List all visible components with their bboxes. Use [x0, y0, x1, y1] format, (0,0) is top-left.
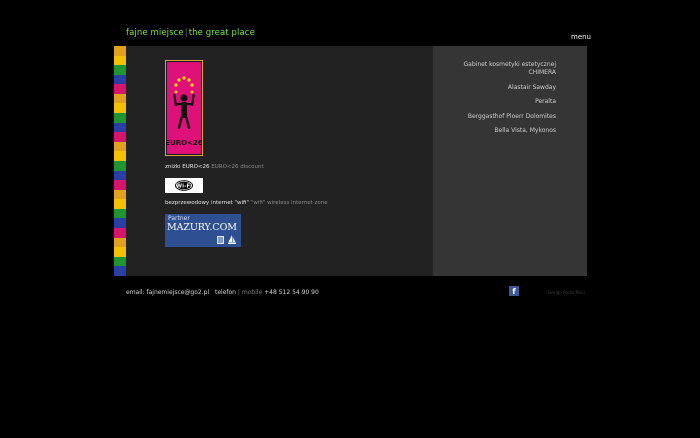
stripe-segment: [114, 84, 126, 94]
logo-brand: fajne miejsce: [126, 28, 184, 38]
sidebar-link-alastair-sawday[interactable]: Alastair Sawday: [508, 84, 556, 91]
partner-mazury-banner[interactable]: Partner MAZURY.COM: [165, 214, 241, 247]
footer-email: email: fajnemiejsce@go2.pl: [126, 289, 209, 297]
color-stripe: [114, 46, 126, 276]
site-logo[interactable]: fajne miejsce|the great place: [126, 28, 255, 39]
stripe-segment: [114, 103, 126, 114]
stripe-segment: [114, 170, 126, 181]
stripe-segment: [114, 132, 126, 142]
facebook-icon[interactable]: f: [509, 286, 519, 296]
stripe-segment: [114, 122, 126, 133]
stripe-segment: [114, 46, 126, 56]
phone-separator: |: [237, 289, 240, 296]
partner-label: Partner: [168, 215, 190, 222]
menu-link[interactable]: menu: [571, 33, 591, 41]
euro26-badge[interactable]: EURO<26: [165, 60, 203, 156]
euro26-text-pl: zniżki EURO<26: [165, 164, 210, 170]
sidebar-link-peralta[interactable]: Peralta: [535, 98, 556, 105]
stripe-segment: [114, 266, 126, 276]
stripe-segment: [114, 141, 126, 152]
sidebar-item-berggasthof[interactable]: Berggasthof Ploerr Dolomites: [440, 113, 556, 121]
stripe-segment: [114, 237, 126, 248]
partner-name: MAZURY.COM: [167, 222, 237, 233]
mobile-label: mobile: [241, 289, 263, 296]
sailboat-icon: [228, 235, 236, 244]
wifi-text-en: "wifi" wireless internet zone: [250, 200, 328, 206]
wifi-text: bezprzewodowy internet "wifi" "wifi" wir…: [165, 200, 328, 207]
logo-separator: |: [184, 28, 188, 38]
stripe-segment: [114, 256, 126, 267]
stripe-segment: [114, 160, 126, 171]
sidebar-item-bella-vista[interactable]: Bella Vista, Mykonos: [440, 127, 556, 135]
euro26-text-en: EURO<26 discount: [211, 164, 264, 170]
email-value[interactable]: fajnemiejsce@go2.pl: [147, 289, 210, 296]
sidebar-link-berggasthof[interactable]: Berggasthof Ploerr Dolomites: [468, 113, 556, 120]
euro26-discount-text: zniżki EURO<26 EURO<26 discount: [165, 164, 264, 171]
stripe-segment: [114, 151, 126, 161]
wifi-logo-text: Wi-Fi: [176, 184, 192, 190]
stripe-segment: [114, 247, 126, 257]
phone-value: +48 512 54 90 90: [264, 289, 319, 296]
stripe-segment: [114, 93, 126, 104]
wifi-logo[interactable]: Wi-Fi: [165, 178, 203, 193]
euro26-badge-art: EURO<26: [166, 62, 202, 154]
stripe-segment: [114, 65, 126, 75]
logo-tagline: the great place: [188, 28, 255, 38]
stripe-segment: [114, 55, 126, 66]
stripe-segment: [114, 74, 126, 85]
euro26-badge-text: EURO<26: [166, 139, 202, 147]
phone-label: telefon: [215, 289, 236, 296]
stripe-segment: [114, 227, 126, 238]
sidebar-item-peralta[interactable]: Peralta: [440, 98, 556, 106]
stripe-segment: [114, 180, 126, 190]
footer-phone: telefon | mobile +48 512 54 90 90: [215, 289, 319, 297]
building-icon: [217, 236, 224, 244]
sidebar-item-chimera[interactable]: Gabinet kosmetyki estetycznej CHIMERA: [440, 61, 556, 77]
stripe-segment: [114, 199, 126, 209]
stripe-segment: [114, 189, 126, 200]
design-credit[interactable]: Design Radio Pieci: [548, 290, 585, 295]
wifi-icon: Wi-Fi: [175, 180, 193, 191]
stripe-segment: [114, 208, 126, 219]
stripe-segment: [114, 218, 126, 228]
sidebar-link-chimera[interactable]: Gabinet kosmetyki estetycznej CHIMERA: [464, 61, 556, 76]
email-label: email:: [126, 289, 145, 296]
sidebar-item-alastair-sawday[interactable]: Alastair Sawday: [440, 84, 556, 92]
sidebar-links: Gabinet kosmetyki estetycznej CHIMERA Al…: [440, 61, 556, 142]
wifi-text-pl: bezprzewodowy internet "wifi": [165, 200, 250, 206]
sidebar-link-bella-vista[interactable]: Bella Vista, Mykonos: [494, 127, 556, 134]
stripe-segment: [114, 113, 126, 123]
